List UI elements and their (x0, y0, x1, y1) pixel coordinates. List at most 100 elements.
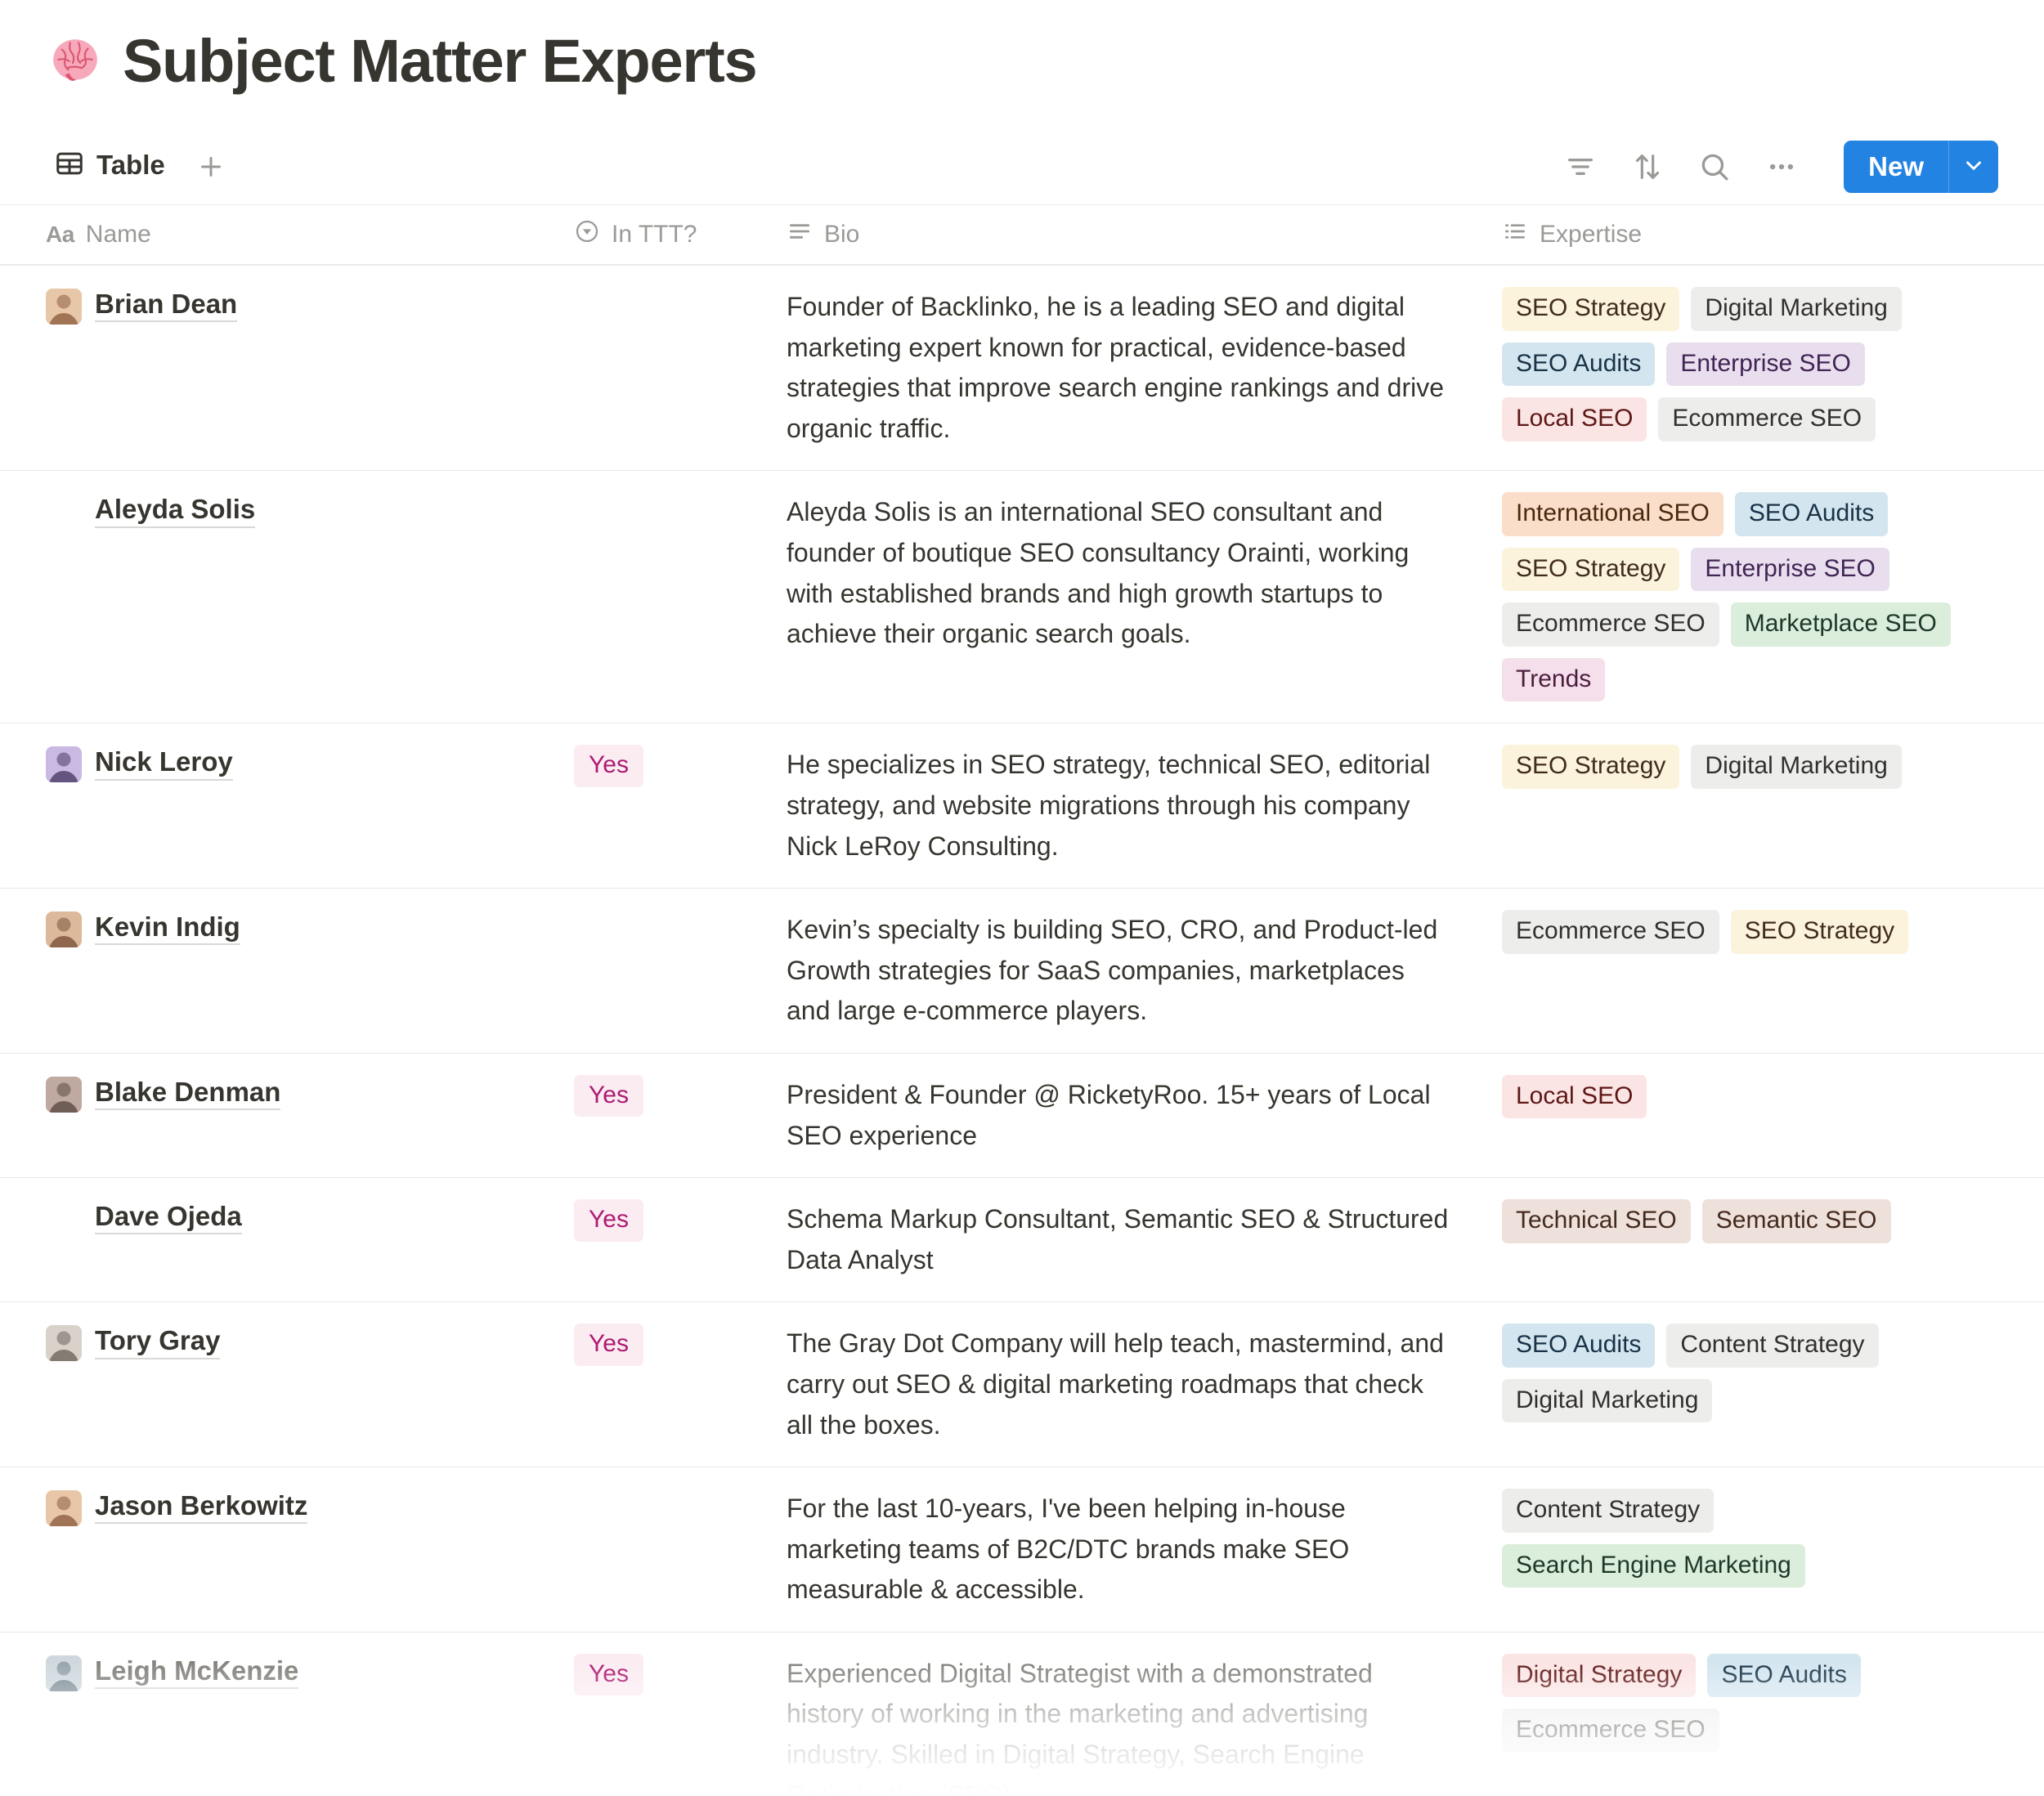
cell-expertise[interactable]: Local SEO (1484, 1054, 2044, 1177)
cell-bio[interactable]: Kevin’s specialty is building SEO, CRO, … (769, 889, 1484, 1053)
expertise-tag[interactable]: Digital Marketing (1502, 1378, 1713, 1423)
status-badge[interactable]: Yes (574, 1323, 643, 1366)
expertise-tag[interactable]: SEO Audits (1502, 342, 1656, 386)
cell-name: Leigh McKenzie (0, 1633, 556, 1796)
expertise-tag[interactable]: Trends (1502, 657, 1606, 702)
search-icon[interactable] (1695, 147, 1734, 186)
table-row[interactable]: Tory Gray Yes The Gray Dot Company will he… (0, 1301, 2044, 1467)
status-badge[interactable]: Yes (574, 1199, 643, 1242)
expertise-tag[interactable]: Technical SEO (1502, 1199, 1691, 1243)
cell-expertise[interactable]: SEO Strategy Digital Marketing SEO Audits E… (1484, 266, 2044, 470)
cell-expertise[interactable]: SEO Strategy Digital Marketing (1484, 723, 2044, 888)
expertise-tag[interactable]: Ecommerce SEO (1502, 910, 1719, 954)
cell-bio[interactable]: Schema Markup Consultant, Semantic SEO &… (769, 1178, 1484, 1301)
cell-in-ttt[interactable]: Yes (556, 1054, 769, 1177)
row-title-link[interactable]: Blake Denman (95, 1075, 281, 1111)
avatar (46, 746, 82, 783)
cell-expertise[interactable]: International SEO SEO Audits SEO Strategy E… (1484, 471, 2044, 723)
expertise-tag[interactable]: Digital Strategy (1502, 1653, 1697, 1698)
expertise-tag[interactable]: SEO Audits (1502, 1323, 1656, 1368)
expertise-tag[interactable]: International SEO (1502, 492, 1724, 536)
expertise-tag[interactable]: SEO Strategy (1502, 745, 1680, 789)
add-view-button[interactable] (193, 149, 229, 185)
expertise-tag[interactable]: Ecommerce SEO (1658, 397, 1876, 441)
multi-select-icon (1502, 218, 1528, 251)
filter-icon[interactable] (1561, 147, 1600, 186)
column-header-bio-label: Bio (824, 221, 860, 248)
cell-in-ttt[interactable]: Yes (556, 723, 769, 888)
cell-expertise[interactable]: Technical SEO Semantic SEO (1484, 1178, 2044, 1301)
expertise-tag[interactable]: Semantic SEO (1701, 1199, 1891, 1243)
table-row[interactable]: Aleyda Solis Aleyda Solis is an internati… (0, 470, 2044, 723)
new-dropdown-button[interactable] (1948, 141, 1998, 193)
select-icon (574, 218, 600, 251)
expertise-tag[interactable]: Digital Marketing (1691, 745, 1902, 789)
cell-expertise[interactable]: SEO Audits Content Strategy Digital Market… (1484, 1302, 2044, 1467)
expertise-tag[interactable]: Enterprise SEO (1666, 342, 1865, 386)
table-row[interactable]: Blake Denman Yes President & Founder @ Ric… (0, 1052, 2044, 1177)
cell-bio[interactable]: President & Founder @ RicketyRoo. 15+ ye… (769, 1054, 1484, 1177)
cell-expertise[interactable]: Content Strategy Search Engine Marketing (1484, 1467, 2044, 1632)
tab-table[interactable]: Table (51, 143, 173, 191)
expertise-tag[interactable]: Marketplace SEO (1730, 602, 1951, 647)
expertise-tag[interactable]: SEO Audits (1707, 1653, 1861, 1698)
column-header-name-label: Name (85, 221, 151, 248)
cell-in-ttt[interactable] (556, 889, 769, 1053)
row-title-link[interactable]: Brian Dean (95, 287, 238, 323)
column-header-bio[interactable]: Bio (769, 205, 1484, 264)
cell-expertise[interactable]: Ecommerce SEO SEO Strategy (1484, 889, 2044, 1053)
more-horizontal-icon[interactable] (1762, 147, 1801, 186)
expertise-tag[interactable]: Local SEO (1502, 397, 1647, 441)
cell-name: Tory Gray (0, 1302, 556, 1467)
cell-expertise[interactable]: Digital Strategy SEO Audits Ecommerce SEO (1484, 1633, 2044, 1796)
expertise-tag[interactable]: SEO Audits (1734, 492, 1889, 536)
expertise-tag[interactable]: Enterprise SEO (1691, 547, 1889, 592)
column-header-name[interactable]: Aa Name (0, 205, 556, 264)
column-header-expertise[interactable]: Expertise (1484, 205, 2044, 264)
cell-bio[interactable]: The Gray Dot Company will help teach, ma… (769, 1302, 1484, 1467)
status-badge[interactable]: Yes (574, 745, 643, 787)
cell-in-ttt[interactable] (556, 471, 769, 723)
cell-in-ttt[interactable]: Yes (556, 1633, 769, 1796)
expertise-tag[interactable]: SEO Strategy (1502, 287, 1680, 331)
cell-in-ttt[interactable] (556, 1467, 769, 1632)
row-title-link[interactable]: Nick Leroy (95, 745, 233, 781)
expertise-tag[interactable]: Local SEO (1502, 1074, 1647, 1119)
cell-bio[interactable]: Experienced Digital Strategist with a de… (769, 1633, 1484, 1796)
expertise-tag[interactable]: Ecommerce SEO (1502, 1709, 1719, 1753)
table-row[interactable]: Dave Ojeda Yes Schema Markup Consultant, S… (0, 1177, 2044, 1301)
page-title: Subject Matter Experts (123, 27, 758, 95)
cell-bio[interactable]: For the last 10-years, I've been helping… (769, 1467, 1484, 1632)
expertise-tag[interactable]: SEO Strategy (1502, 547, 1680, 592)
cell-bio[interactable]: He specializes in SEO strategy, technica… (769, 723, 1484, 888)
cell-in-ttt[interactable]: Yes (556, 1302, 769, 1467)
row-title-link[interactable]: Tory Gray (95, 1323, 221, 1359)
table-row[interactable]: Leigh McKenzie Yes Experienced Digital Str… (0, 1631, 2044, 1796)
row-title-link[interactable]: Aleyda Solis (95, 492, 256, 528)
expertise-tag[interactable]: Digital Marketing (1691, 287, 1902, 331)
expertise-tag[interactable]: SEO Strategy (1730, 910, 1909, 954)
expertise-tag[interactable]: Content Strategy (1502, 1489, 1715, 1533)
sort-icon[interactable] (1628, 147, 1667, 186)
cell-bio[interactable]: Aleyda Solis is an international SEO con… (769, 471, 1484, 723)
expertise-tag[interactable]: Content Strategy (1666, 1323, 1879, 1368)
row-title-link[interactable]: Dave Ojeda (95, 1199, 242, 1235)
row-title-link[interactable]: Kevin Indig (95, 910, 240, 946)
column-header-in-ttt[interactable]: In TTT? (556, 205, 769, 264)
status-badge[interactable]: Yes (574, 1074, 643, 1117)
new-button[interactable]: New (1844, 141, 1948, 193)
expertise-tag[interactable]: Search Engine Marketing (1502, 1543, 1805, 1588)
table-row[interactable]: Jason Berkowitz For the last 10-years, I'… (0, 1467, 2044, 1632)
expertise-tag[interactable]: Ecommerce SEO (1502, 602, 1719, 647)
table-row[interactable]: Kevin Indig Kevin’s specialty is building… (0, 888, 2044, 1053)
table-row[interactable]: Nick Leroy Yes He specializes in SEO strat… (0, 723, 2044, 888)
title-text-icon: Aa (46, 222, 74, 247)
cell-in-ttt[interactable]: Yes (556, 1178, 769, 1301)
table-row[interactable]: Brian Dean Founder of Backlinko, he is a … (0, 265, 2044, 470)
cell-in-ttt[interactable] (556, 266, 769, 470)
cell-bio[interactable]: Founder of Backlinko, he is a leading SE… (769, 266, 1484, 470)
status-badge[interactable]: Yes (574, 1653, 643, 1696)
row-title-link[interactable]: Leigh McKenzie (95, 1654, 299, 1690)
row-title-link[interactable]: Jason Berkowitz (95, 1489, 308, 1525)
page-header: Subject Matter Experts (0, 0, 2044, 92)
